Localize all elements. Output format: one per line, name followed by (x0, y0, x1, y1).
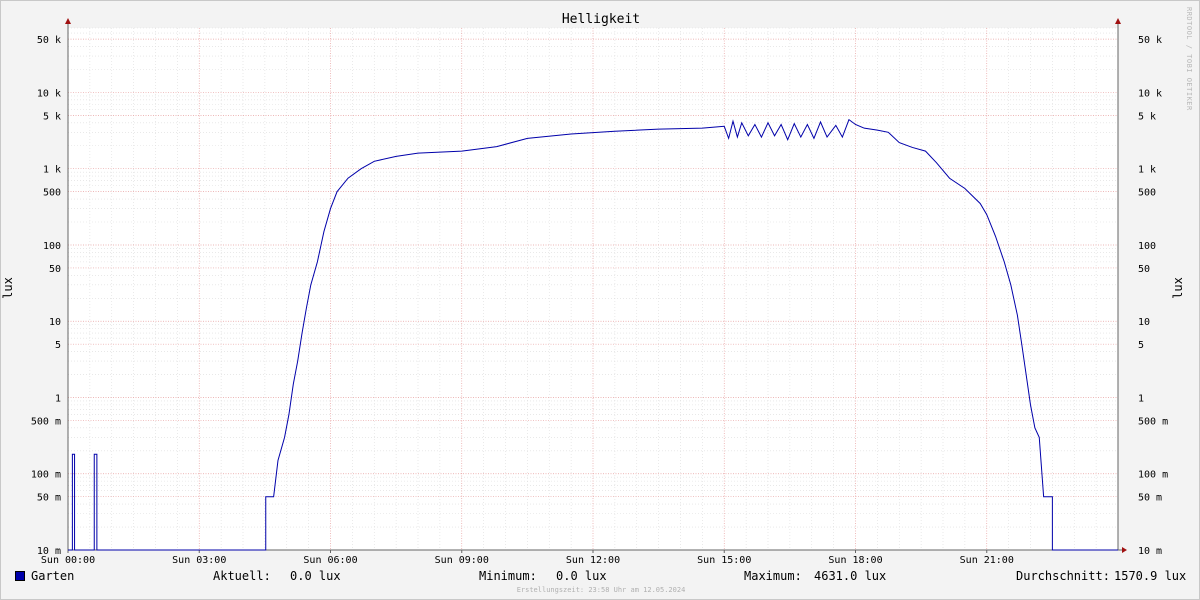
y-tick-label-left: 1 (55, 393, 61, 404)
y-tick-label-left: 10 m (37, 546, 61, 557)
y-tick-label-left: 100 m (31, 470, 61, 481)
legend-durchschnitt-value: 1570.9 lux (1114, 569, 1187, 583)
y-tick-label-right: 50 m (1138, 493, 1162, 504)
y-tick-label-left: 500 (43, 188, 61, 199)
legend-aktuell-label: Aktuell: (213, 569, 271, 583)
x-tick-label: Sun 03:00 (172, 555, 226, 566)
legend-minimum-value: 0.0 lux (556, 569, 607, 583)
chart-frame: Helligkeit RRDTOOL / TOBI OETIKER lux lu… (0, 0, 1200, 600)
legend-durchschnitt-label: Durchschnitt: (1016, 569, 1110, 583)
y-tick-label-right: 500 m (1138, 416, 1168, 427)
creation-time: Erstellungszeit: 23:58 Uhr am 12.05.2024 (516, 586, 686, 594)
y-tick-label-right: 5 (1138, 340, 1144, 351)
y-tick-label-right: 10 k (1138, 88, 1162, 99)
y-tick-label-left: 100 (43, 241, 61, 252)
y-tick-label-left: 5 (55, 340, 61, 351)
y-tick-label-right: 100 (1138, 241, 1156, 252)
y-tick-label-right: 10 m (1138, 546, 1162, 557)
x-tick-label: Sun 06:00 (303, 555, 357, 566)
x-tick-label: Sun 21:00 (960, 555, 1014, 566)
y-tick-label-left: 1 k (43, 165, 61, 176)
x-tick-label: Sun 15:00 (697, 555, 751, 566)
y-tick-label-right: 5 k (1138, 111, 1156, 122)
y-tick-label-left: 5 k (43, 111, 61, 122)
y-tick-label-right: 10 (1138, 317, 1150, 328)
legend-series-name: Garten (31, 569, 75, 583)
y-tick-label-left: 500 m (31, 416, 61, 427)
legend-maximum-label: Maximum: (744, 569, 802, 583)
legend-maximum-value: 4631.0 lux (814, 569, 887, 583)
legend-swatch (15, 571, 25, 581)
legend-aktuell-value: 0.0 lux (290, 569, 341, 583)
y-tick-label-right: 500 (1138, 188, 1156, 199)
y-tick-label-right: 1 (1138, 393, 1144, 404)
x-tick-label: Sun 09:00 (435, 555, 489, 566)
y-tick-label-right: 50 k (1138, 35, 1162, 46)
x-axis-arrow (1122, 547, 1127, 553)
legend-minimum-label: Minimum: (479, 569, 537, 583)
y-tick-label-right: 100 m (1138, 470, 1168, 481)
y-tick-label-left: 50 k (37, 35, 61, 46)
chart-svg: Sun 00:00 Sun 03:00 Sun 06:00 Sun 09:00 Sun … (31, 18, 1168, 566)
y-axis-arrow-right (1115, 18, 1121, 24)
y-tick-label-right: 1 k (1138, 165, 1156, 176)
y-tick-label-right: 50 (1138, 264, 1150, 275)
y-tick-label-left: 10 k (37, 88, 61, 99)
x-tick-label: Sun 18:00 (828, 555, 882, 566)
y-tick-label-left: 10 (49, 317, 61, 328)
y-tick-label-left: 50 m (37, 493, 61, 504)
y-tick-label-left: 50 (49, 264, 61, 275)
x-tick-label: Sun 12:00 (566, 555, 620, 566)
y-axis-arrow-left (65, 18, 71, 24)
